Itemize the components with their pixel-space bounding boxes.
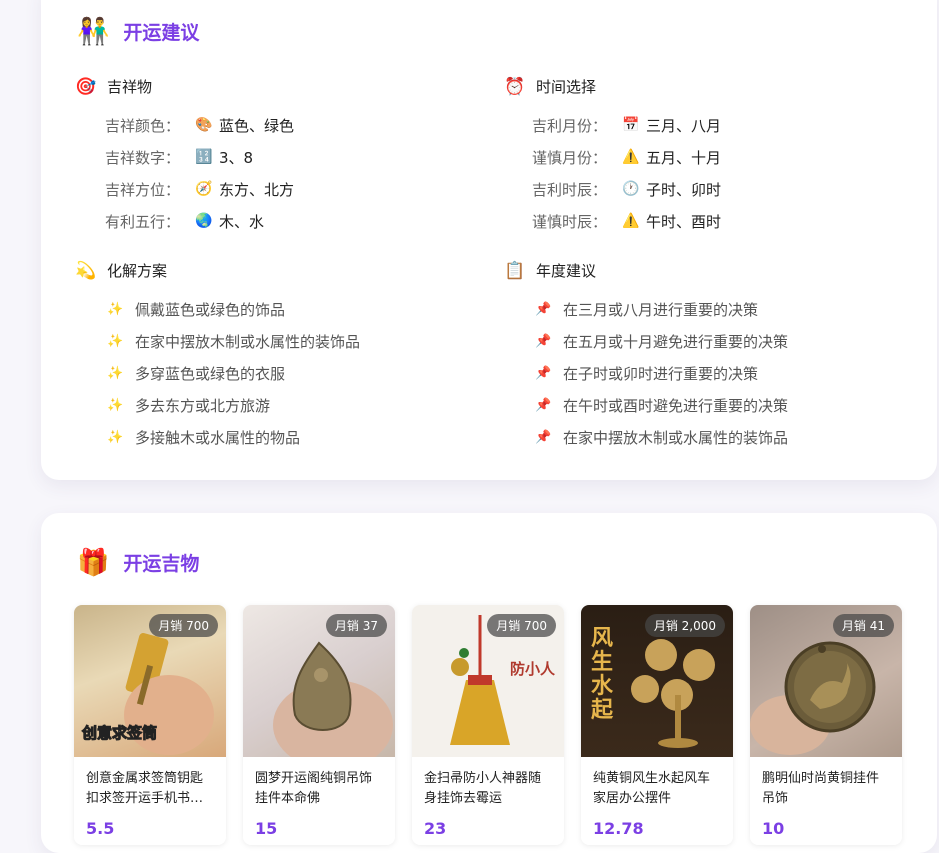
clipboard-icon: 📋 [504,260,526,281]
product-name[interactable]: 圆梦开运阁纯铜吊饰挂件本命佛 [243,757,395,809]
product-image-caption: 创意求签筒 [81,724,158,743]
list-item: 📌 在家中摆放木制或水属性的装饰品 [535,428,789,447]
clock-icon: 🕐 [622,181,640,197]
alarm-clock-icon: ⏰ [504,76,526,97]
timing-heading: ⏰ 时间选择 [504,76,597,97]
pin-icon: 📌 [535,301,552,317]
lucky-color-row: 吉祥颜色： 🎨 蓝色、绿色 [105,116,295,135]
product-card[interactable]: 创意求签筒 月销 700 创意金属求签筒钥匙扣求签开运手机书… 5.5 [74,605,226,845]
numbers-icon: 🔢 [195,149,213,165]
product-image[interactable]: 创意求签筒 月销 700 [74,605,226,757]
list-item: ✨ 佩戴蓝色或绿色的饰品 [107,300,286,319]
caution-hour-row: 谨慎时辰： ⚠️ 午时、酉时 [532,212,722,231]
lucky-month-row: 吉利月份： 📅 三月、八月 [532,116,722,135]
list-item: ✨ 多接触木或水属性的物品 [107,428,301,447]
list-item: 📌 在三月或八月进行重要的决策 [535,300,759,319]
product-name[interactable]: 金扫帚防小人神器随身挂饰去霉运 [412,757,564,809]
five-elements-row: 有利五行： 🌏 木、水 [105,212,265,231]
children-icon: 👫 [77,16,110,47]
product-price: 5.5 [86,819,115,838]
product-name[interactable]: 纯黄铜风生水起风车家居办公摆件 [581,757,733,809]
pin-icon: 📌 [535,365,552,381]
list-item: 📌 在五月或十月避免进行重要的决策 [535,332,789,351]
pin-icon: 📌 [535,333,552,349]
product-price: 15 [255,819,278,838]
list-item: ✨ 在家中摆放木制或水属性的装饰品 [107,332,361,351]
lucky-hour-row: 吉利时辰： 🕐 子时、卯时 [532,180,722,199]
pin-icon: 📌 [535,397,552,413]
luck-advice-card: 👫 开运建议 🎯 吉祥物 吉祥颜色： 🎨 蓝色、绿色 吉祥数字： 🔢 3、8 吉… [41,0,937,480]
product-image[interactable]: 月销 41 [750,605,902,757]
palette-icon: 🎨 [195,117,213,133]
compass-icon: 🧭 [195,181,213,197]
remedies-heading: 💫 化解方案 [75,260,168,281]
target-icon: 🎯 [75,76,97,97]
product-card[interactable]: 风生水起 月销 2,000 纯黄铜风生水起风车家居办公摆件 12.78 [581,605,733,845]
sales-badge: 月销 41 [832,614,894,637]
mascots-heading: 🎯 吉祥物 [75,76,153,97]
list-item: 📌 在子时或卯时进行重要的决策 [535,364,759,383]
gift-icon: 🎁 [77,547,110,578]
product-image[interactable]: 风生水起 月销 2,000 [581,605,733,757]
sparkles-icon: ✨ [107,301,124,317]
sales-badge: 月销 700 [149,614,218,637]
product-name[interactable]: 创意金属求签筒钥匙扣求签开运手机书… [74,757,226,809]
product-card[interactable]: 月销 41 鹏明仙时尚黄铜挂件吊饰 10 [750,605,902,845]
product-price: 12.78 [593,819,644,838]
globe-icon: 🌏 [195,213,213,229]
warning-icon: ⚠️ [622,149,640,165]
sales-badge: 月销 37 [325,614,387,637]
product-card[interactable]: 月销 37 圆梦开运阁纯铜吊饰挂件本命佛 15 [243,605,395,845]
caution-month-row: 谨慎月份： ⚠️ 五月、十月 [532,148,722,167]
list-item: ✨ 多穿蓝色或绿色的衣服 [107,364,286,383]
lucky-items-header: 🎁 开运吉物 [77,549,199,576]
product-image-caption: 风生水起 [591,626,614,723]
list-item: 📌 在午时或酉时避免进行重要的决策 [535,396,789,415]
sales-badge: 月销 700 [487,614,556,637]
lucky-number-row: 吉祥数字： 🔢 3、8 [105,148,254,167]
sparkles-icon: ✨ [107,333,124,349]
product-card[interactable]: 防小人 月销 700 金扫帚防小人神器随身挂饰去霉运 23 [412,605,564,845]
sparkles-icon: ✨ [107,365,124,381]
warning-icon: ⚠️ [622,213,640,229]
sales-badge: 月销 2,000 [644,614,725,637]
lucky-items-title: 开运吉物 [123,553,200,575]
calendar-icon: 📅 [622,117,640,133]
product-name[interactable]: 鹏明仙时尚黄铜挂件吊饰 [750,757,902,809]
lucky-items-card: 🎁 开运吉物 创意求签筒 月销 700 创意金属求签筒钥匙扣求签开运手机书… 5… [41,513,937,853]
product-price: 23 [424,819,447,838]
luck-advice-title: 开运建议 [123,22,200,44]
product-image[interactable]: 月销 37 [243,605,395,757]
lucky-direction-row: 吉祥方位： 🧭 东方、北方 [105,180,295,199]
list-item: ✨ 多去东方或北方旅游 [107,396,271,415]
sparkles-icon: ✨ [107,397,124,413]
dizzy-star-icon: 💫 [75,260,97,281]
product-image-caption: 防小人 [510,660,556,678]
product-list: 创意求签筒 月销 700 创意金属求签筒钥匙扣求签开运手机书… 5.5 月销 3… [74,605,902,845]
product-image[interactable]: 防小人 月销 700 [412,605,564,757]
product-price: 10 [762,819,785,838]
pin-icon: 📌 [535,429,552,445]
luck-advice-header: 👫 开运建议 [77,18,199,45]
yearly-heading: 📋 年度建议 [504,260,597,281]
sparkles-icon: ✨ [107,429,124,445]
